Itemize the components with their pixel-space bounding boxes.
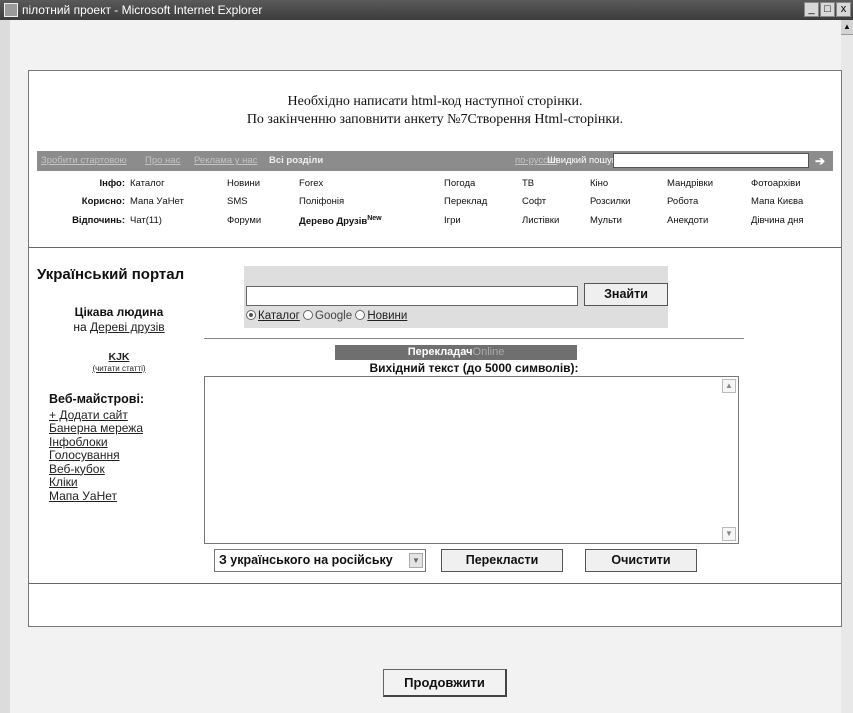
about-link[interactable]: Про нас — [145, 151, 180, 171]
radio-selected-icon — [246, 309, 256, 320]
make-start-page-link[interactable]: Зробити стартовою — [41, 151, 127, 171]
category-link[interactable]: Мульти — [590, 215, 622, 226]
new-badge: New — [367, 215, 382, 222]
clicks-link[interactable]: Кліки — [49, 475, 199, 490]
quick-search-input[interactable] — [613, 153, 809, 168]
portal-topbar: Зробити стартовою Про нас Реклама у нас … — [37, 151, 833, 171]
webmasters-block: Веб-майстрові: + Додати сайт Банерна мер… — [49, 392, 199, 504]
web-cup-link[interactable]: Веб-кубок — [49, 462, 199, 477]
task-line-2: По закінченню заповнити анкету №7Створен… — [246, 112, 624, 127]
scroll-up-arrow-icon[interactable]: ▲ — [841, 20, 853, 35]
webmasters-title: Веб-майстрові: — [49, 392, 145, 406]
window-titlebar: пілотний проект - Microsoft Internet Exp… — [0, 0, 853, 20]
category-link[interactable]: Поліфонія — [299, 196, 344, 207]
interesting-person-title: Цікава людина — [74, 305, 164, 319]
search-option-google[interactable]: Google — [303, 309, 353, 322]
translator-online: Online — [472, 346, 505, 358]
row-label-info: Інфо: — [99, 178, 125, 189]
translate-button[interactable]: Перекласти — [441, 549, 563, 572]
category-link[interactable]: Мандрівки — [667, 178, 713, 189]
friends-tree-label: Дерево Друзів — [299, 216, 368, 228]
continue-button[interactable]: Продовжити — [383, 669, 507, 697]
read-articles-link[interactable]: (читати статті) — [49, 363, 189, 375]
category-link[interactable]: SMS — [227, 196, 248, 207]
category-link[interactable]: Погода — [444, 178, 475, 189]
internet-explorer-icon — [4, 3, 18, 17]
task-instructions: Необхідно написати html-код наступної ст… — [29, 93, 841, 129]
portal-title: Український портал — [37, 266, 185, 283]
infoblocks-link[interactable]: Інфоблоки — [49, 435, 199, 450]
radio-icon — [355, 309, 366, 320]
advertising-link[interactable]: Реклама у нас — [194, 151, 257, 171]
option-label: Новини — [367, 310, 408, 322]
divider — [204, 338, 744, 339]
divider — [29, 583, 841, 584]
category-link[interactable]: Forex — [299, 178, 323, 189]
category-link[interactable]: ТВ — [522, 178, 534, 189]
interesting-person-line: на Дереві друзів — [49, 320, 189, 335]
option-label: Google — [315, 310, 353, 322]
interesting-prefix: на — [73, 320, 87, 334]
search-button[interactable]: Знайти — [584, 283, 668, 306]
friends-tree-link[interactable]: Дереві друзів — [90, 320, 165, 334]
arrow-right-icon[interactable]: ➔ — [815, 151, 825, 171]
scroll-up-arrow-icon[interactable]: ▲ — [722, 379, 736, 393]
source-text-area[interactable]: ▲ ▼ — [204, 376, 739, 544]
add-site-link[interactable]: + Додати сайт — [49, 408, 199, 423]
category-link[interactable]: Кіно — [590, 178, 608, 189]
search-option-news[interactable]: Новини — [355, 309, 408, 322]
clear-button[interactable]: Очистити — [585, 549, 697, 572]
option-label: Каталог — [258, 310, 300, 322]
translation-direction-value: З українського на російську — [219, 553, 393, 567]
search-panel: Знайти Каталог Google Новини — [244, 266, 668, 328]
quick-search-label: Швидкий пошук: — [547, 155, 619, 166]
close-button[interactable]: x — [836, 2, 851, 17]
maximize-button[interactable]: □ — [820, 2, 835, 17]
category-grid: Інфо: Каталог Новини Forex Погода ТВ Кін… — [37, 172, 833, 247]
minimize-button[interactable]: _ — [804, 2, 819, 17]
row-label-useful: Корисно: — [81, 196, 125, 207]
category-link[interactable]: Мапа Києва — [751, 196, 803, 207]
all-sections-link[interactable]: Всі розділи — [269, 151, 323, 171]
task-panel: Необхідно написати html-код наступної ст… — [28, 70, 842, 627]
interesting-person-block: Цікава людина на Дереві друзів — [49, 305, 189, 335]
category-link[interactable]: Софт — [522, 196, 546, 207]
category-link[interactable]: Каталог — [130, 178, 165, 189]
category-link[interactable]: Переклад — [444, 196, 487, 207]
source-text-label: Вихідний текст (до 5000 символів): — [369, 361, 579, 375]
category-link[interactable]: Розсилки — [590, 196, 630, 207]
category-link[interactable]: Робота — [667, 196, 698, 207]
kjk-block: KJK (читати статті) — [49, 351, 189, 375]
scroll-down-arrow-icon[interactable]: ▼ — [722, 527, 736, 541]
task-line-1: Необхідно написати html-код наступної ст… — [287, 94, 583, 109]
kjk-link[interactable]: KJK — [49, 351, 189, 363]
banner-network-link[interactable]: Банерна мережа — [49, 421, 199, 436]
radio-icon — [303, 309, 314, 320]
search-input[interactable] — [246, 286, 578, 306]
search-option-catalog[interactable]: Каталог — [246, 309, 300, 322]
category-link[interactable]: Фотоархіви — [751, 178, 801, 189]
chevron-down-icon[interactable]: ▼ — [409, 553, 423, 568]
window-controls: _ □ x — [804, 2, 851, 18]
category-link[interactable]: Чат(11) — [130, 215, 162, 226]
browser-content: Необхідно написати html-код наступної ст… — [10, 20, 842, 713]
voting-link[interactable]: Голосування — [49, 448, 199, 463]
category-link[interactable]: Новини — [227, 178, 260, 189]
search-options: Каталог Google Новини — [246, 309, 408, 322]
textarea-scrollbar[interactable]: ▲ ▼ — [722, 379, 736, 541]
translator-title: Перекладач — [407, 346, 473, 358]
category-link[interactable]: Форуми — [227, 215, 261, 226]
row-label-relax: Відпочинь: — [72, 215, 125, 226]
friends-tree-link[interactable]: Дерево ДрузівNew — [299, 215, 382, 227]
window-title: пілотний проект - Microsoft Internet Exp… — [22, 3, 263, 17]
category-link[interactable]: Дівчина дня — [751, 215, 804, 226]
divider — [29, 247, 841, 248]
category-link[interactable]: Мапа УаНет — [130, 196, 184, 207]
uanet-map-link[interactable]: Мапа УаНет — [49, 489, 199, 504]
category-link[interactable]: Листівки — [522, 215, 559, 226]
translation-direction-select[interactable]: З українського на російську ▼ — [214, 549, 426, 572]
translator-header: ПерекладачOnline — [335, 345, 577, 360]
category-link[interactable]: Ігри — [444, 215, 461, 226]
category-link[interactable]: Анекдоти — [667, 215, 708, 226]
